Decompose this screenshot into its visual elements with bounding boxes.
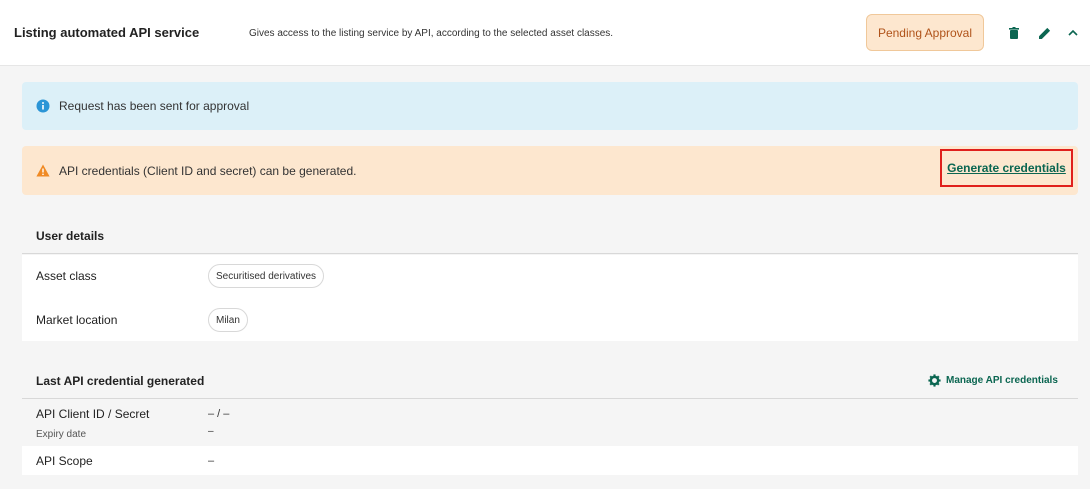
asset-class-chip: Securitised derivatives (208, 264, 325, 288)
trash-icon[interactable] (1007, 25, 1021, 41)
chevron-up-icon[interactable] (1066, 25, 1080, 41)
info-alert-text: Request has been sent for approval (59, 99, 250, 113)
manage-api-credentials-label: Manage API credentials (946, 375, 1058, 386)
api-scope-label: API Scope (36, 454, 93, 468)
warning-alert: API credentials (Client ID and secret) c… (22, 146, 1078, 195)
manage-api-credentials-button[interactable]: Manage API credentials (928, 374, 1058, 387)
api-client-value: – / – (208, 408, 230, 420)
api-scope-value: – (208, 455, 215, 467)
service-title: Listing automated API service (14, 25, 200, 40)
api-client-row: API Client ID / Secret – / – Expiry date… (22, 400, 1078, 446)
service-header: Listing automated API service Gives acce… (0, 0, 1090, 66)
market-location-label: Market location (36, 313, 118, 327)
asset-class-label: Asset class (36, 269, 97, 283)
market-location-chip: Milan (208, 308, 248, 332)
market-location-row: Market location Milan (22, 297, 1078, 341)
api-scope-row: API Scope – (22, 446, 1078, 475)
api-credential-heading: Last API credential generated (22, 366, 1078, 399)
user-details-heading: User details (22, 222, 1078, 254)
service-description: Gives access to the listing service by A… (249, 28, 614, 39)
api-client-label: API Client ID / Secret (36, 407, 150, 421)
warning-icon (36, 164, 50, 178)
info-icon (36, 99, 50, 113)
gear-icon (928, 374, 941, 387)
status-badge: Pending Approval (866, 14, 984, 51)
warning-alert-text: API credentials (Client ID and secret) c… (59, 163, 357, 178)
info-alert: Request has been sent for approval (22, 82, 1078, 130)
expiry-date-value: – (208, 426, 214, 437)
asset-class-row: Asset class Securitised derivatives (22, 255, 1078, 297)
generate-credentials-link[interactable]: Generate credentials (940, 149, 1073, 187)
pencil-icon[interactable] (1038, 25, 1052, 41)
expiry-date-label: Expiry date (36, 429, 87, 440)
